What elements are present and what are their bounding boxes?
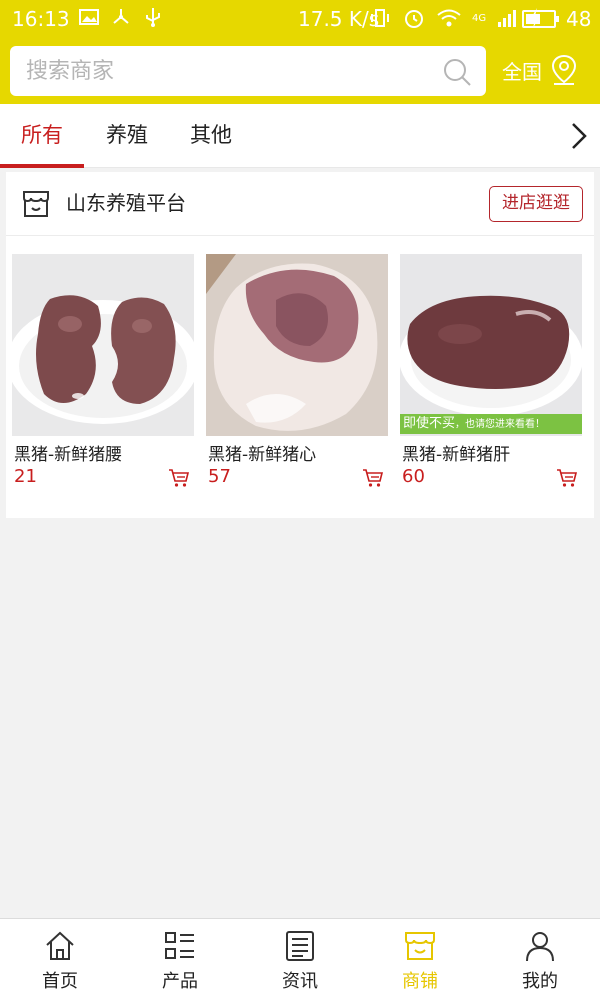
battery-icon	[522, 10, 559, 28]
home-icon	[46, 931, 74, 960]
status-bar: 16:13 17.5 K/s 4G 48	[0, 0, 600, 38]
user-icon	[526, 932, 554, 962]
promo-banner-sub: ，也请您进来看看！	[455, 419, 546, 430]
product-name: 黑猪-新鲜猪腰	[14, 445, 123, 465]
store-icon	[405, 932, 435, 960]
battery-percent: 48	[566, 7, 592, 31]
shop-card: 山东养殖平台 进店逛逛 黑猪-新鲜猪腰 21 黑猪-新鲜猪心 57 即使不买，也…	[6, 172, 594, 518]
nav-profile[interactable]: 我的	[480, 919, 600, 1000]
search-header: 全国	[0, 38, 600, 104]
nav-label: 商铺	[402, 971, 438, 992]
promo-banner-main: 即使不买	[403, 416, 456, 431]
nav-store[interactable]: 商铺	[360, 919, 480, 1000]
product-price: 57	[208, 466, 231, 487]
product-price: 21	[14, 466, 37, 487]
visit-store-button[interactable]: 进店逛逛	[489, 186, 583, 222]
shop-header: 山东养殖平台 进店逛逛	[6, 172, 594, 236]
nav-home[interactable]: 首页	[0, 919, 120, 1000]
status-time: 16:13	[12, 7, 70, 31]
product-image-liver[interactable]	[400, 254, 582, 436]
tab-farming[interactable]: 养殖	[96, 104, 158, 168]
search-input[interactable]	[26, 46, 426, 96]
search-icon[interactable]	[442, 57, 472, 87]
location-pin-icon	[551, 54, 577, 85]
store-icon	[23, 191, 49, 217]
signal-icon	[498, 10, 517, 27]
bottom-nav: 首页 产品 资讯 商铺 我的	[0, 918, 600, 1000]
region-label: 全国	[502, 59, 542, 84]
shop-name: 山东养殖平台	[66, 191, 186, 215]
alarm-icon	[405, 10, 423, 28]
product-image-heart[interactable]	[206, 254, 388, 436]
nav-label: 资讯	[282, 971, 318, 992]
product-name: 黑猪-新鲜猪肝	[402, 445, 511, 465]
system-icons: 4G	[368, 6, 542, 30]
product-image-kidney[interactable]	[12, 254, 194, 436]
cart-icon[interactable]	[168, 468, 190, 488]
network-type-label: 4G	[472, 12, 487, 24]
tab-all[interactable]: 所有	[0, 104, 84, 168]
tab-other[interactable]: 其他	[180, 104, 242, 168]
wifi-icon	[437, 9, 461, 27]
network-speed: 17.5 K/s	[298, 7, 380, 31]
region-selector[interactable]: 全国	[502, 50, 578, 90]
cart-icon[interactable]	[556, 468, 578, 488]
nav-label: 产品	[162, 971, 198, 992]
cart-icon[interactable]	[362, 468, 384, 488]
share-icon	[113, 9, 129, 24]
nav-news[interactable]: 资讯	[240, 919, 360, 1000]
nav-label: 我的	[522, 971, 558, 992]
product-name: 黑猪-新鲜猪心	[208, 445, 317, 465]
list-icon	[165, 932, 194, 959]
news-icon	[286, 931, 314, 961]
search-box[interactable]	[10, 46, 486, 96]
usb-icon	[146, 8, 160, 27]
vibrate-icon	[371, 9, 389, 27]
product-price: 60	[402, 466, 425, 487]
chevron-right-icon[interactable]	[566, 120, 590, 152]
category-tabs: 所有 养殖 其他	[0, 104, 600, 168]
promo-banner: 即使不买，也请您进来看看！	[400, 414, 582, 434]
image-icon	[79, 9, 99, 25]
nav-label: 首页	[42, 971, 78, 992]
nav-products[interactable]: 产品	[120, 919, 240, 1000]
notification-icons	[78, 6, 164, 28]
